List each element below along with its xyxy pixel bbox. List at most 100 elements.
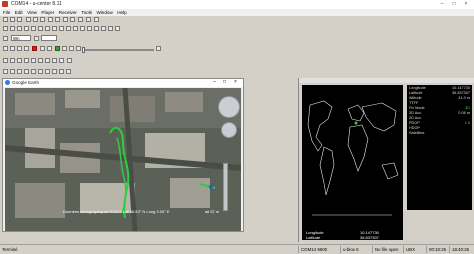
paste-icon[interactable] <box>40 17 45 22</box>
window-icon[interactable] <box>94 17 99 22</box>
minimize-button[interactable]: – <box>438 1 446 8</box>
status-ready: Terminé <box>2 247 18 252</box>
msg9-icon[interactable] <box>66 69 71 74</box>
layer-icon[interactable] <box>31 58 36 63</box>
packet-icon[interactable] <box>94 26 99 31</box>
msg1-icon[interactable] <box>10 69 15 74</box>
msg4-icon[interactable] <box>31 69 36 74</box>
save-icon[interactable] <box>10 17 15 22</box>
flag-icon[interactable] <box>24 58 29 63</box>
menu-edit[interactable]: Edit <box>15 9 23 16</box>
ge-close-button[interactable]: × <box>232 79 239 86</box>
stats-icon[interactable] <box>73 26 78 31</box>
playback-slider[interactable] <box>82 47 154 53</box>
google-earth-title: Google Earth <box>12 80 40 85</box>
msg8-icon[interactable] <box>59 69 64 74</box>
watch-icon[interactable] <box>52 26 57 31</box>
play-green-icon[interactable] <box>55 46 60 51</box>
pause-icon[interactable] <box>17 46 22 51</box>
world-lat-label: Latitude <box>306 235 321 240</box>
print-icon[interactable] <box>17 17 22 22</box>
world-lat-value: 36.837307 <box>360 235 379 240</box>
marker-icon[interactable] <box>17 58 22 63</box>
messages-icon[interactable] <box>80 26 85 31</box>
cut-icon[interactable] <box>26 17 31 22</box>
menu-view[interactable]: View <box>27 9 37 16</box>
data-icon[interactable] <box>66 26 71 31</box>
map-attribution: Données cartographiques ©2013 <box>63 209 122 214</box>
back-icon[interactable] <box>10 46 15 51</box>
redo-icon[interactable] <box>55 17 60 22</box>
menu-help[interactable]: Help <box>117 9 126 16</box>
undo-icon[interactable] <box>48 17 53 22</box>
forward-icon[interactable] <box>69 46 74 51</box>
end-icon[interactable] <box>76 46 81 51</box>
menu-window[interactable]: Window <box>96 9 112 16</box>
ge-maximize-button[interactable]: □ <box>221 79 228 86</box>
msg6-icon[interactable] <box>45 69 50 74</box>
baud-combo[interactable] <box>41 35 57 41</box>
satellite-map-view[interactable]: Données cartographiques ©2013 Lat 36.53°… <box>5 88 241 231</box>
record-button-icon[interactable] <box>32 46 37 51</box>
map-view-icon[interactable] <box>24 26 29 31</box>
menu-file[interactable]: File <box>3 9 10 16</box>
menu-player[interactable]: Player <box>41 9 54 16</box>
status-clock: 18:40:26 <box>449 246 469 253</box>
play-icon[interactable] <box>40 46 45 51</box>
status-protocol: u-blox 6 <box>340 246 359 253</box>
ge-minimize-button[interactable]: – <box>211 79 218 86</box>
satellite-icon[interactable] <box>67 58 72 63</box>
connection-icon[interactable] <box>3 36 8 41</box>
compass-icon[interactable] <box>45 26 50 31</box>
reset-icon[interactable] <box>38 58 43 63</box>
status-port: COM14 9600 <box>298 246 327 253</box>
copy-icon[interactable] <box>33 17 38 22</box>
look-joystick[interactable] <box>218 96 240 118</box>
right-panel-titlebar <box>299 78 474 83</box>
chart-view-icon[interactable] <box>17 26 22 31</box>
deviation-icon[interactable] <box>38 26 43 31</box>
view-icon[interactable] <box>3 26 8 31</box>
open-icon[interactable] <box>3 17 8 22</box>
help-icon[interactable] <box>70 17 75 22</box>
console-icon[interactable] <box>87 26 92 31</box>
msg5-icon[interactable] <box>38 69 43 74</box>
globe-icon <box>5 80 10 85</box>
maximize-button[interactable]: □ <box>450 1 458 8</box>
text-icon[interactable] <box>108 26 113 31</box>
menu-receiver[interactable]: Receiver <box>59 9 77 16</box>
zoom-slider[interactable] <box>223 163 228 211</box>
zoom-icon[interactable] <box>52 58 57 63</box>
menu-tools[interactable]: Tools <box>81 9 92 16</box>
close-button[interactable]: × <box>462 1 470 8</box>
google-earth-window: Google Earth – □ × Données cartographiqu… <box>2 78 244 232</box>
move-joystick[interactable] <box>221 122 237 138</box>
msg7-icon[interactable] <box>52 69 57 74</box>
grid-icon[interactable] <box>45 58 50 63</box>
msg3-icon[interactable] <box>24 69 29 74</box>
speed-icon[interactable] <box>156 46 161 51</box>
poll-icon[interactable] <box>3 69 8 74</box>
record-icon[interactable] <box>86 17 91 22</box>
info-icon[interactable] <box>59 58 64 63</box>
binary-icon[interactable] <box>101 26 106 31</box>
google-earth-icon[interactable] <box>115 26 120 31</box>
filter-icon[interactable] <box>10 58 15 63</box>
stop-icon[interactable] <box>78 17 83 22</box>
camera-icon[interactable] <box>59 26 64 31</box>
sky-view-icon[interactable] <box>31 26 36 31</box>
msg2-icon[interactable] <box>17 69 22 74</box>
step-icon[interactable] <box>62 46 67 51</box>
table-view-icon[interactable] <box>10 26 15 31</box>
stop-playback-icon[interactable] <box>24 46 29 51</box>
tool-icon[interactable] <box>3 58 8 63</box>
rewind-icon[interactable] <box>3 46 8 51</box>
app-icon <box>2 1 8 7</box>
eject-icon[interactable] <box>47 46 52 51</box>
port-combo[interactable]: Wn <box>11 35 31 41</box>
world-map-view[interactable]: Longitude 10.147730 Latitude 36.837307 <box>302 85 403 240</box>
baudrate-icon[interactable] <box>34 36 39 41</box>
settings-icon[interactable] <box>63 17 68 22</box>
slider-thumb[interactable] <box>82 47 85 53</box>
google-earth-titlebar: Google Earth – □ × <box>3 79 243 87</box>
